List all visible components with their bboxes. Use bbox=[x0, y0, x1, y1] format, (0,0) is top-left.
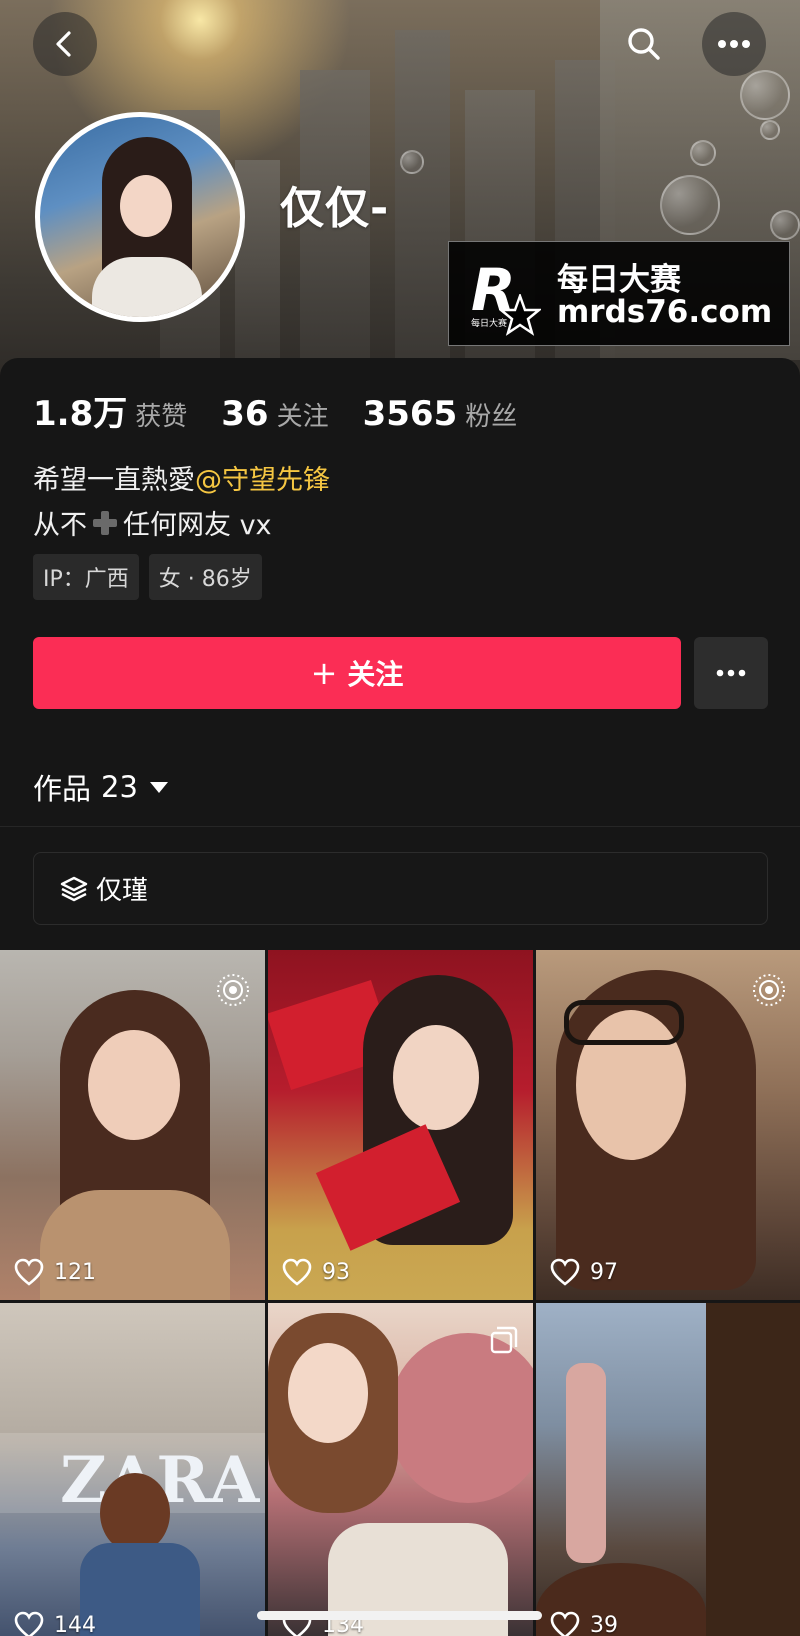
multi-image-icon bbox=[490, 1326, 518, 1354]
post-thumbnail[interactable]: 134 bbox=[268, 1303, 533, 1636]
like-count: 97 bbox=[550, 1258, 618, 1286]
ip-location-tag: IP：广西 bbox=[33, 554, 139, 600]
star-icon bbox=[499, 294, 541, 336]
post-thumbnail[interactable]: 93 bbox=[268, 950, 533, 1300]
avatar[interactable] bbox=[35, 112, 245, 322]
plus-icon: + bbox=[310, 654, 338, 692]
like-count: 39 bbox=[550, 1611, 618, 1636]
profile-card: 1.8万 获赞 36 关注 3565 粉丝 希望一直熱愛@守望先锋 从不 任何网… bbox=[0, 358, 800, 950]
layers-icon bbox=[60, 876, 88, 901]
followers-count[interactable]: 3565 bbox=[363, 394, 458, 434]
like-count: 144 bbox=[14, 1611, 96, 1636]
watermark-overlay: R 每日大赛 每日大赛 mrds76.com bbox=[448, 241, 790, 346]
likes-count: 1.8万 bbox=[33, 394, 128, 434]
heart-icon bbox=[14, 1611, 44, 1636]
live-photo-icon bbox=[753, 974, 785, 1006]
bio-text: 任何网友 vx bbox=[123, 510, 272, 541]
collection-label: 仅瑾 bbox=[96, 876, 149, 906]
following-count[interactable]: 36 bbox=[221, 394, 268, 434]
profile-page: 仅仅- R 每日大赛 每日大赛 mrds76.com 1.8万 获赞 36 关注… bbox=[0, 0, 800, 1636]
post-thumbnail[interactable]: 39 bbox=[536, 1303, 800, 1636]
post-thumbnail[interactable]: ZARA 144 bbox=[0, 1303, 265, 1636]
likes-label: 获赞 bbox=[135, 402, 188, 432]
watermark-title: 每日大赛 bbox=[557, 262, 681, 298]
more-horizontal-icon bbox=[718, 40, 750, 48]
heart-icon bbox=[550, 1611, 580, 1636]
post-thumbnail[interactable]: 121 bbox=[0, 950, 265, 1300]
like-count: 93 bbox=[282, 1258, 350, 1286]
bio-line-1: 希望一直熱愛@守望先锋 bbox=[33, 458, 330, 497]
search-button[interactable] bbox=[612, 12, 676, 76]
live-photo-icon bbox=[217, 974, 249, 1006]
bio-line-2: 从不 任何网友 vx bbox=[33, 503, 272, 542]
follow-label: 关注 bbox=[347, 658, 404, 691]
bio-text: 希望一直熱愛 bbox=[33, 465, 195, 496]
more-horizontal-icon bbox=[716, 669, 746, 677]
heart-icon bbox=[14, 1258, 44, 1286]
caret-down-icon bbox=[149, 781, 168, 793]
gender-age-tag: 女 · 86岁 bbox=[148, 554, 262, 600]
like-count: 121 bbox=[14, 1258, 96, 1286]
heart-icon bbox=[550, 1258, 580, 1286]
bio-text: 从不 bbox=[33, 510, 87, 541]
stats-row: 1.8万 获赞 36 关注 3565 粉丝 bbox=[33, 386, 551, 435]
home-indicator[interactable] bbox=[257, 1611, 542, 1620]
back-button[interactable] bbox=[33, 12, 97, 76]
works-label: 作品 bbox=[33, 772, 92, 806]
works-count: 23 bbox=[101, 770, 138, 804]
profile-tags: IP：广西 女 · 86岁 bbox=[33, 554, 272, 600]
search-icon bbox=[628, 28, 660, 60]
heart-icon bbox=[282, 1258, 312, 1286]
collection-entry[interactable]: 仅瑾 bbox=[33, 852, 768, 925]
tab-works[interactable]: 作品 23 bbox=[33, 766, 168, 808]
more-options-button[interactable] bbox=[702, 12, 766, 76]
plus-emoji-icon bbox=[91, 509, 119, 537]
post-thumbnail[interactable]: 97 bbox=[536, 950, 800, 1300]
following-label[interactable]: 关注 bbox=[277, 396, 329, 433]
more-actions-button[interactable] bbox=[694, 637, 768, 709]
follow-button[interactable]: + 关注 bbox=[33, 637, 681, 709]
divider bbox=[0, 826, 800, 827]
username: 仅仅- bbox=[280, 183, 390, 234]
watermark-logo: R 每日大赛 bbox=[467, 256, 547, 336]
watermark-url: mrds76.com bbox=[557, 294, 773, 330]
profile-banner: 仅仅- R 每日大赛 每日大赛 mrds76.com bbox=[0, 0, 800, 400]
bio-mention-link[interactable]: @守望先锋 bbox=[195, 465, 330, 496]
posts-grid: 121 93 97 ZARA 144 134 39 bbox=[0, 950, 800, 1636]
followers-label[interactable]: 粉丝 bbox=[465, 396, 517, 433]
chevron-left-icon bbox=[56, 31, 71, 57]
